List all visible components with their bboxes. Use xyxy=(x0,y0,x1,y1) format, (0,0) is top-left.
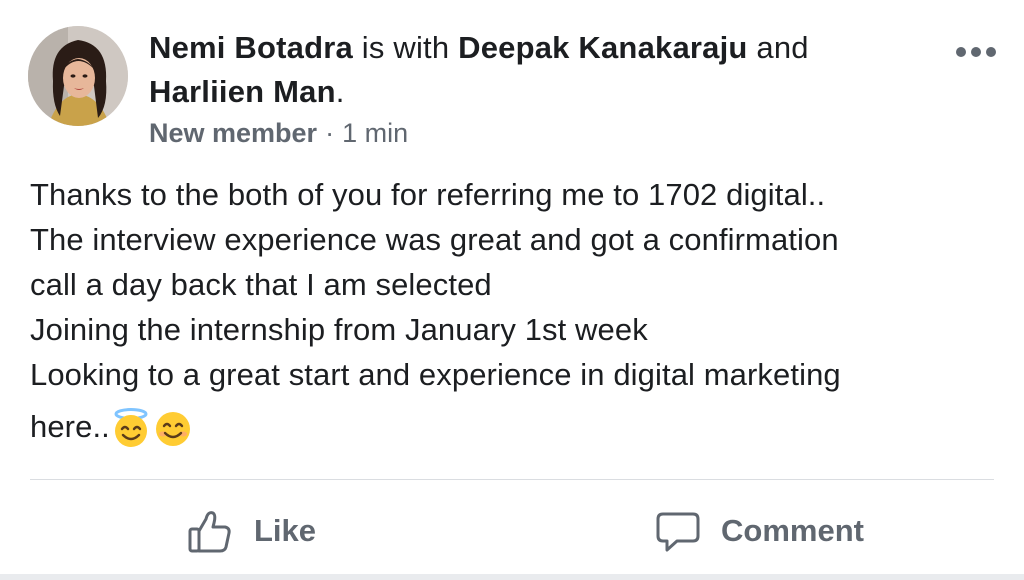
post-timestamp[interactable]: 1 min xyxy=(342,118,408,148)
with-text: is with xyxy=(352,30,459,65)
tagged-friend-1[interactable]: Deepak Kanakaraju xyxy=(458,30,747,65)
member-badge: New member xyxy=(149,118,318,148)
comment-button[interactable]: Comment xyxy=(655,505,864,557)
smiling-face-with-halo-icon xyxy=(114,408,148,447)
post-header: Nemi Botadra is with Deepak Kanakaraju a… xyxy=(149,26,919,114)
like-label: Like xyxy=(254,513,317,548)
end-punct: . xyxy=(335,74,345,109)
comment-label: Comment xyxy=(721,513,864,548)
smiling-face-icon xyxy=(155,412,190,446)
author-avatar[interactable] xyxy=(28,26,128,126)
avatar-image xyxy=(28,26,128,126)
post-body-line: Joining the internship from January 1st … xyxy=(30,312,648,347)
post-body-line: here.. xyxy=(30,409,110,444)
post-body-line: The interview experience was great and g… xyxy=(30,222,839,257)
meta-separator: · xyxy=(325,118,335,148)
more-options-icon[interactable] xyxy=(955,42,997,62)
tagged-friend-2[interactable]: Harliien Man xyxy=(149,74,336,109)
post-card: Nemi Botadra is with Deepak Kanakaraju a… xyxy=(0,0,1024,580)
and-text: and xyxy=(747,30,809,65)
author-name[interactable]: Nemi Botadra xyxy=(149,30,353,65)
post-bottom-border xyxy=(0,574,1024,580)
post-body: Thanks to the both of you for referring … xyxy=(30,172,995,457)
post-body-line: call a day back that I am selected xyxy=(30,267,492,302)
post-body-line: Looking to a great start and experience … xyxy=(30,357,841,392)
post-meta: New member · 1 min xyxy=(149,115,408,151)
post-body-last-line: here.. xyxy=(30,397,995,457)
action-divider xyxy=(30,479,994,480)
comment-bubble-icon xyxy=(656,512,700,552)
like-button[interactable]: Like xyxy=(186,505,316,557)
post-body-line: Thanks to the both of you for referring … xyxy=(30,177,826,212)
thumbs-up-icon xyxy=(188,511,231,553)
